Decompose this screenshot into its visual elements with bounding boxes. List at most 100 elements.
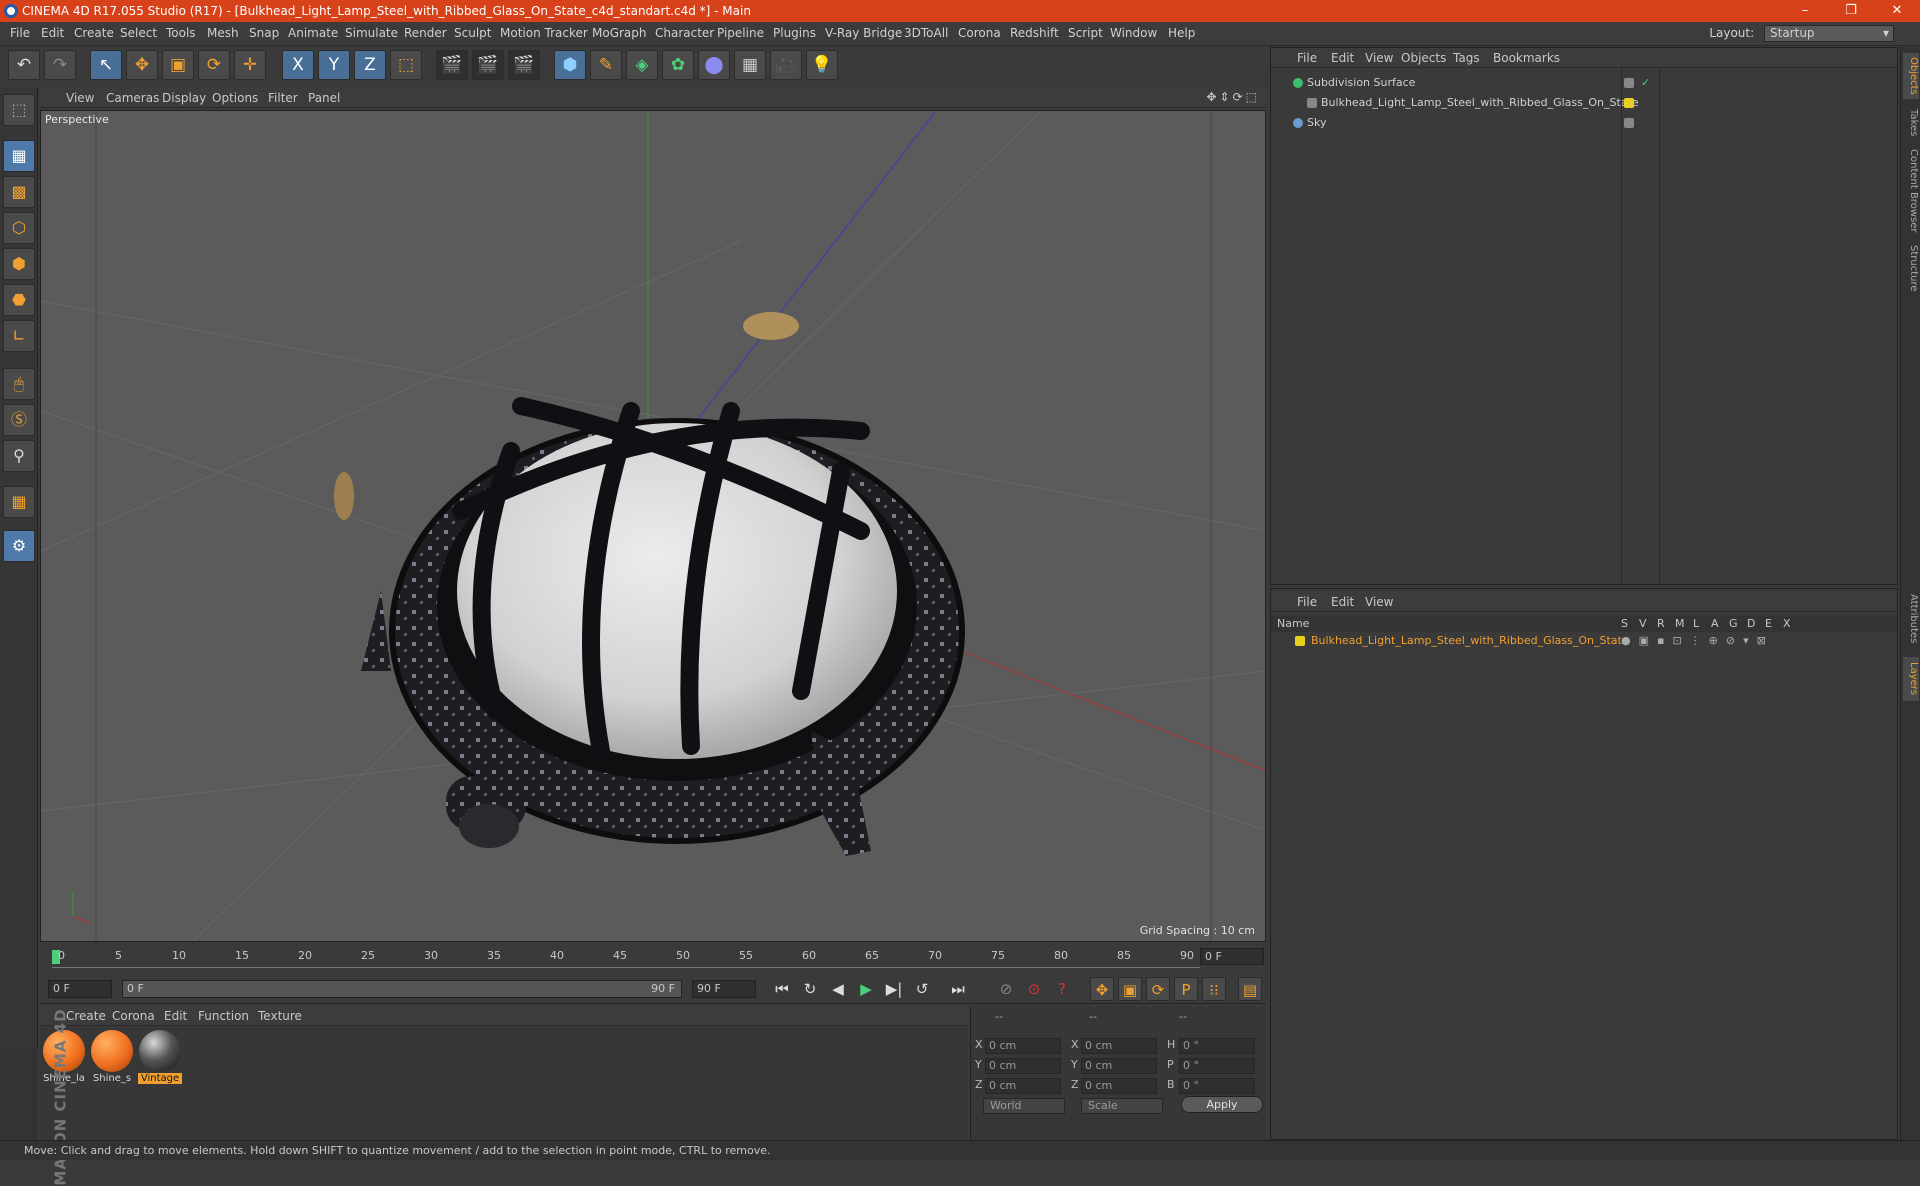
timeline-window-button[interactable]: ▤ [1238,977,1262,1001]
key-rotation-button[interactable]: ⟳ [1146,977,1170,1001]
position-y-field[interactable]: 0 cm [985,1058,1061,1074]
tab-structure[interactable]: Structure [1903,241,1919,295]
tab-objects[interactable]: Objects [1903,53,1919,99]
points-mode-button[interactable]: ⬢ [3,248,35,280]
material-menu-corona[interactable]: Corona [112,1009,155,1023]
menu-window[interactable]: Window [1110,26,1157,40]
menu-simulate[interactable]: Simulate [345,26,398,40]
perspective-viewport[interactable]: Perspective Grid Spacing : 10 cm [40,110,1266,942]
floor-button[interactable]: ▦ [734,50,766,80]
y-axis-button[interactable]: Y [318,50,350,80]
make-editable-button[interactable]: ⬚ [3,94,35,126]
laymgr-menu-view[interactable]: View [1365,595,1393,609]
tweak-mode-button[interactable]: Ⓢ [3,404,35,436]
key-position-button[interactable]: ✥ [1090,977,1114,1001]
layer-flag-icons[interactable]: ●▣▪⊡⋮⊕⊘▾⊠ [1621,632,1774,650]
rotation-h-field[interactable]: 0 ° [1179,1038,1255,1054]
menu-3dtoall[interactable]: 3DToAll [904,26,948,40]
menu-animate[interactable]: Animate [288,26,338,40]
viewport-nav-icons[interactable]: ✥⇕⟳⬚ [1206,90,1260,104]
light-button[interactable]: 💡 [806,50,838,80]
object-row-sky[interactable]: Sky [1271,113,1897,133]
position-z-field[interactable]: 0 cm [985,1078,1061,1094]
menu-redshift[interactable]: Redshift [1010,26,1059,40]
close-button[interactable]: ✕ [1874,0,1920,22]
menu-script[interactable]: Script [1068,26,1103,40]
workplane-mode-button[interactable]: ⬡ [3,212,35,244]
objmgr-menu-file[interactable]: File [1297,51,1317,65]
position-x-field[interactable]: 0 cm [985,1038,1061,1054]
tab-takes[interactable]: Takes [1903,105,1919,141]
menu-mesh[interactable]: Mesh [207,26,239,40]
cube-button[interactable]: ⬢ [554,50,586,80]
move-tool-button[interactable]: ✥ [126,50,158,80]
laymgr-menu-file[interactable]: File [1297,595,1317,609]
play-button[interactable]: ▶ [854,977,878,1001]
size-x-field[interactable]: 0 cm [1081,1038,1157,1054]
restore-button[interactable]: ❐ [1828,0,1874,22]
cloner-button[interactable]: ✿ [662,50,694,80]
z-axis-button[interactable]: Z [354,50,386,80]
material-item[interactable]: Shine_s [90,1030,134,1088]
scale-tool-button[interactable]: ▣ [162,50,194,80]
magnet-button[interactable]: ▦ [3,486,35,518]
size-z-field[interactable]: 0 cm [1081,1078,1157,1094]
objmgr-menu-objects[interactable]: Objects [1401,51,1446,65]
timeline-ruler[interactable]: 0 5 10 15 20 25 30 35 40 45 50 55 60 65 … [40,944,1266,972]
end-frame-field[interactable]: 90 F [692,980,756,998]
record-button[interactable]: ⊙ [1022,977,1046,1001]
material-menu-texture[interactable]: Texture [258,1009,302,1023]
viewport-menu-display[interactable]: Display [162,91,206,105]
tab-layers[interactable]: Layers [1903,657,1919,701]
snap-button[interactable]: ⚲ [3,440,35,472]
last-tool-button[interactable]: ✛ [234,50,266,80]
menu-snap[interactable]: Snap [249,26,279,40]
rotate-tool-button[interactable]: ⟳ [198,50,230,80]
texture-mode-button[interactable]: ▩ [3,176,35,208]
polygons-mode-button[interactable]: ∟ [3,320,35,352]
coordinate-system-button[interactable]: ⬚ [390,50,422,80]
material-menu-function[interactable]: Function [198,1009,249,1023]
laymgr-menu-edit[interactable]: Edit [1331,595,1354,609]
tab-content-browser[interactable]: Content Browser [1903,147,1919,235]
render-settings-button[interactable]: 🎬 [508,50,540,80]
object-row-bulkhead[interactable]: Bulkhead_Light_Lamp_Steel_with_Ribbed_Gl… [1271,93,1897,113]
render-view-button[interactable]: 🎬 [436,50,468,80]
redo-button[interactable]: ↷ [44,50,76,80]
viewport-menu-panel[interactable]: Panel [308,91,340,105]
current-frame-field[interactable]: 0 F [1200,948,1264,965]
deformer-button[interactable]: ⬤ [698,50,730,80]
edges-mode-button[interactable]: ⬣ [3,284,35,316]
step-back-button[interactable]: ◀ [826,977,850,1001]
rotation-p-field[interactable]: 0 ° [1179,1058,1255,1074]
go-to-start-button[interactable]: ⏮ [770,977,794,1001]
world-dropdown[interactable]: World [983,1098,1065,1114]
menu-corona[interactable]: Corona [958,26,1001,40]
x-axis-button[interactable]: X [282,50,314,80]
menu-help[interactable]: Help [1168,26,1195,40]
record-disabled-button[interactable]: ⊘ [994,977,1018,1001]
layer-row[interactable]: Bulkhead_Light_Lamp_Steel_with_Ribbed_Gl… [1271,632,1897,650]
enabled-check-icon[interactable]: ✓ [1641,73,1650,93]
model-mode-button[interactable]: ▦ [3,140,35,172]
menu-create[interactable]: Create [74,26,114,40]
viewport-menu-filter[interactable]: Filter [268,91,298,105]
material-item[interactable]: Vintage [138,1030,182,1088]
objmgr-menu-view[interactable]: View [1365,51,1393,65]
key-pla-button[interactable]: ⁝⁝ [1202,977,1226,1001]
undo-button[interactable]: ↶ [8,50,40,80]
key-scale-button[interactable]: ▣ [1118,977,1142,1001]
scale-dropdown[interactable]: Scale [1081,1098,1163,1114]
menu-edit[interactable]: Edit [41,26,64,40]
menu-sculpt[interactable]: Sculpt [454,26,491,40]
menu-character[interactable]: Character [655,26,714,40]
objmgr-menu-bookmarks[interactable]: Bookmarks [1493,51,1560,65]
menu-mograph[interactable]: MoGraph [592,26,647,40]
camera-button[interactable]: 🎥 [770,50,802,80]
menu-motion-tracker[interactable]: Motion Tracker [500,26,588,40]
rotation-b-field[interactable]: 0 ° [1179,1078,1255,1094]
step-forward-button[interactable]: ▶| [882,977,906,1001]
size-y-field[interactable]: 0 cm [1081,1058,1157,1074]
key-param-button[interactable]: P [1174,977,1198,1001]
select-tool-button[interactable]: ↖ [90,50,122,80]
